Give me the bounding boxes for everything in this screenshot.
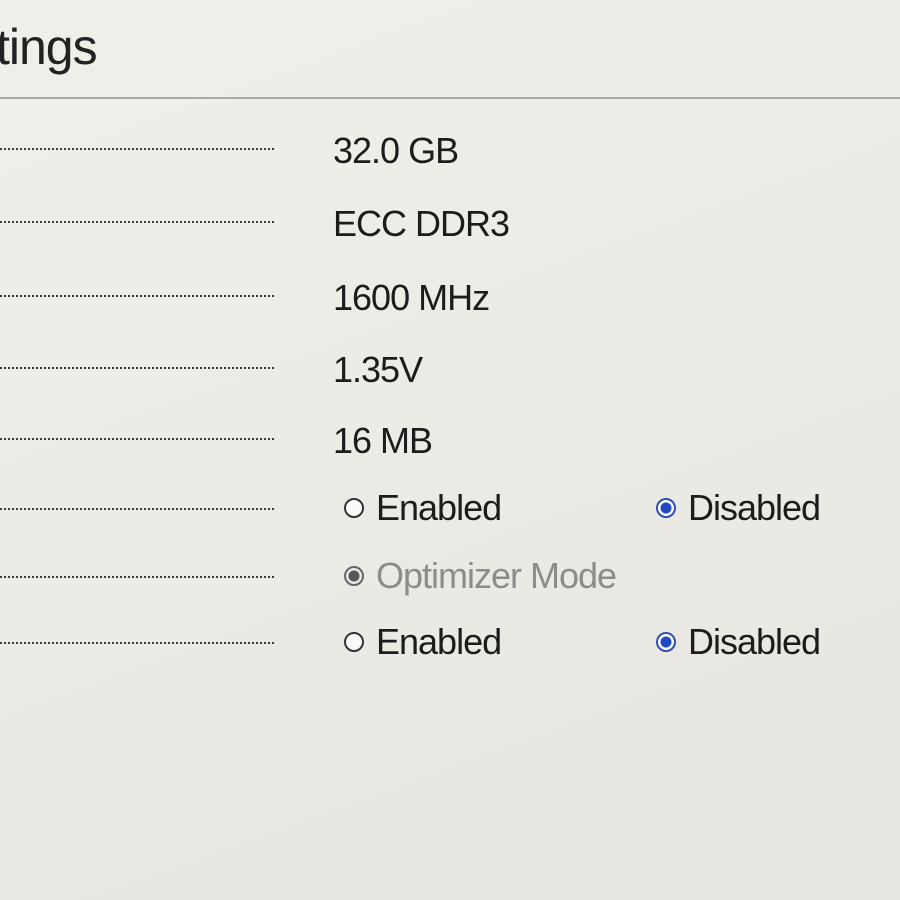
- radio-label: Disabled: [688, 487, 821, 528]
- memory-voltage-value: 1.35V: [333, 349, 423, 390]
- dotted-leader: [0, 367, 274, 369]
- option-3-enabled-radio[interactable]: Enabled: [344, 621, 502, 662]
- option-3-disabled-radio[interactable]: Disabled: [656, 621, 821, 662]
- bios-settings-screen: tings 32.0 GB ECC DDR3 1600 MHz 1.35V 16…: [0, 0, 900, 900]
- setting-row-option-2: Optimizer Mode: [0, 555, 900, 596]
- setting-row-memory-voltage: 1.35V: [0, 347, 900, 390]
- page-title: tings: [0, 19, 98, 75]
- dotted-leader: [0, 148, 274, 150]
- setting-row-option-3: Enabled Disabled: [0, 621, 900, 662]
- radio-selected-icon[interactable]: [656, 498, 676, 518]
- option-1-enabled-radio[interactable]: Enabled: [344, 487, 502, 528]
- dotted-leader: [0, 642, 274, 644]
- setting-row-option-1: Enabled Disabled: [0, 487, 900, 528]
- radio-label: Optimizer Mode: [376, 555, 617, 596]
- memory-type-value: ECC DDR3: [333, 203, 510, 244]
- setting-row-memory-size: 32.0 GB: [0, 128, 900, 171]
- radio-selected-icon[interactable]: [656, 632, 676, 652]
- radio-unselected-icon[interactable]: [344, 632, 364, 652]
- radio-label: Disabled: [688, 621, 821, 662]
- radio-label: Enabled: [376, 487, 502, 528]
- cache-size-value: 16 MB: [333, 420, 433, 461]
- radio-selected-greyed-icon: [344, 566, 364, 586]
- memory-speed-value: 1600 MHz: [333, 277, 490, 318]
- setting-row-cache-size: 16 MB: [0, 418, 900, 461]
- setting-row-memory-type: ECC DDR3: [0, 201, 900, 244]
- dotted-leader: [0, 221, 274, 223]
- dotted-leader: [0, 295, 274, 297]
- memory-size-value: 32.0 GB: [333, 130, 459, 171]
- radio-label: Enabled: [376, 621, 502, 662]
- radio-unselected-icon[interactable]: [344, 498, 364, 518]
- dotted-leader: [0, 438, 274, 440]
- dotted-leader: [0, 508, 274, 510]
- option-1-disabled-radio[interactable]: Disabled: [656, 487, 821, 528]
- title-bar: tings: [0, 0, 900, 99]
- dotted-leader: [0, 576, 274, 578]
- setting-row-memory-speed: 1600 MHz: [0, 275, 900, 318]
- optimizer-mode-radio: Optimizer Mode: [344, 555, 617, 596]
